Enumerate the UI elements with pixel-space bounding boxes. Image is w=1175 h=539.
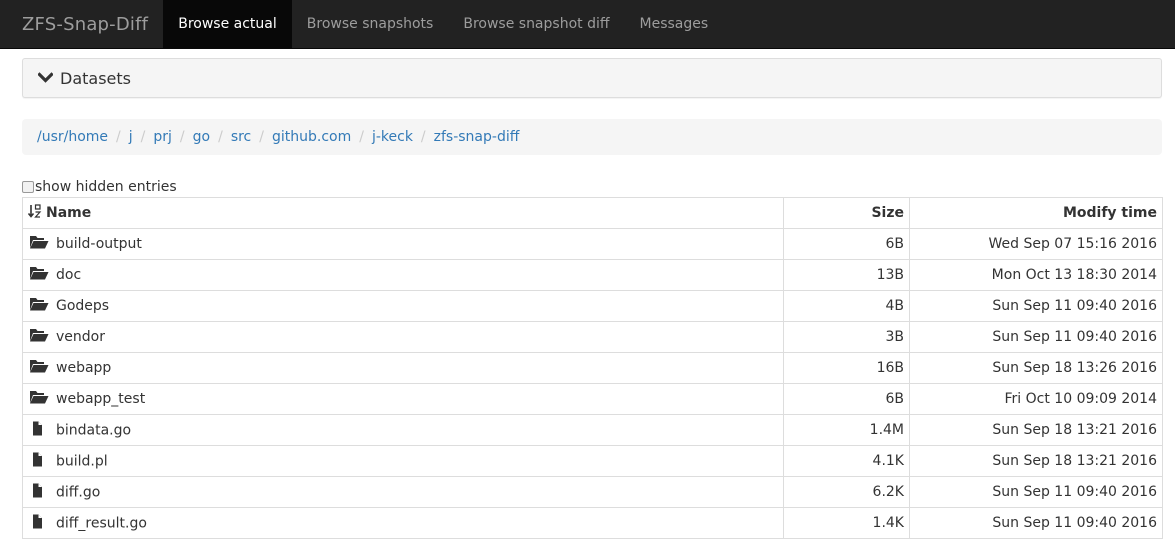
table-row[interactable]: diff_result.go 1.4K Sun Sep 11 09:40 2016	[22, 507, 1163, 539]
folder-open-icon	[29, 359, 51, 377]
size-column-header[interactable]: Size	[783, 197, 910, 229]
file-mtime: Sun Sep 11 09:40 2016	[909, 321, 1163, 353]
mtime-column-header[interactable]: Modify time	[909, 197, 1163, 229]
file-name-cell[interactable]: doc	[22, 259, 784, 291]
table-row[interactable]: webapp_test 6B Fri Oct 10 09:09 2014	[22, 383, 1163, 415]
breadcrumb-separator: /	[140, 129, 146, 145]
breadcrumb-item-j-keck[interactable]: j-keck	[372, 129, 413, 145]
file-name-cell[interactable]: diff_result.go	[22, 507, 784, 539]
file-name-cell[interactable]: vendor	[22, 321, 784, 353]
file-name-cell[interactable]: Godeps	[22, 290, 784, 322]
file-name-cell[interactable]: webapp_test	[22, 383, 784, 415]
file-icon	[29, 421, 51, 440]
file-name[interactable]: Godeps	[56, 298, 109, 314]
tab-browse-snapshots[interactable]: Browse snapshots	[292, 0, 449, 48]
tab-browse-actual[interactable]: Browse actual	[163, 0, 292, 48]
file-icon	[29, 483, 51, 502]
datasets-label: Datasets	[60, 68, 131, 88]
table-row[interactable]: diff.go 6.2K Sun Sep 11 09:40 2016	[22, 476, 1163, 508]
table-row[interactable]: build.pl 4.1K Sun Sep 18 13:21 2016	[22, 445, 1163, 477]
file-table: Name Size Modify time build-output 6B Wed …	[22, 197, 1163, 539]
folder-open-icon	[29, 235, 51, 253]
file-name[interactable]: doc	[56, 267, 81, 283]
file-size: 13B	[783, 259, 910, 291]
file-name[interactable]: webapp	[56, 360, 111, 376]
breadcrumb-item-go[interactable]: go	[193, 129, 210, 145]
file-size: 16B	[783, 352, 910, 384]
file-size: 6.2K	[783, 476, 910, 508]
file-size: 4B	[783, 290, 910, 322]
breadcrumb-separator: /	[259, 129, 264, 145]
folder-open-icon	[29, 266, 51, 284]
breadcrumb-item-src[interactable]: src	[231, 129, 251, 145]
tab-browse-snapshot-diff[interactable]: Browse snapshot diff	[448, 0, 624, 48]
file-name[interactable]: vendor	[56, 329, 105, 345]
file-size: 6B	[783, 228, 910, 260]
file-name-cell[interactable]: bindata.go	[22, 414, 784, 446]
show-hidden-checkbox[interactable]	[22, 181, 34, 193]
file-name-cell[interactable]: webapp	[22, 352, 784, 384]
name-column-header[interactable]: Name	[22, 197, 784, 229]
file-icon	[29, 514, 51, 533]
sort-alpha-asc-icon	[27, 204, 42, 222]
file-size: 6B	[783, 383, 910, 415]
folder-open-icon	[29, 328, 51, 346]
file-mtime: Sun Sep 18 13:21 2016	[909, 414, 1163, 446]
file-mtime: Sun Sep 18 13:21 2016	[909, 445, 1163, 477]
file-name-cell[interactable]: build.pl	[22, 445, 784, 477]
file-name-cell[interactable]: build-output	[22, 228, 784, 260]
file-size: 3B	[783, 321, 910, 353]
breadcrumb: /usr/home / j / prj / go / src / github.…	[22, 119, 1162, 155]
breadcrumb-separator: /	[359, 129, 364, 145]
table-row[interactable]: bindata.go 1.4M Sun Sep 18 13:21 2016	[22, 414, 1163, 446]
table-header-row: Name Size Modify time	[22, 197, 1163, 229]
show-hidden-label: show hidden entries	[35, 179, 177, 195]
file-mtime: Sun Sep 11 09:40 2016	[909, 290, 1163, 322]
breadcrumb-item-github-com[interactable]: github.com	[272, 129, 351, 145]
table-row[interactable]: doc 13B Mon Oct 13 18:30 2014	[22, 259, 1163, 291]
breadcrumb-separator: /	[179, 129, 185, 145]
file-name[interactable]: diff_result.go	[56, 515, 147, 531]
file-mtime: Fri Oct 10 09:09 2014	[909, 383, 1163, 415]
file-mtime: Sun Sep 11 09:40 2016	[909, 507, 1163, 539]
breadcrumb-item-prj[interactable]: prj	[153, 129, 172, 145]
file-mtime: Mon Oct 13 18:30 2014	[909, 259, 1163, 291]
file-mtime: Sun Sep 18 13:26 2016	[909, 352, 1163, 384]
datasets-panel-header[interactable]: Datasets	[22, 58, 1162, 98]
table-row[interactable]: build-output 6B Wed Sep 07 15:16 2016	[22, 228, 1163, 260]
breadcrumb-separator: /	[420, 129, 426, 145]
app-brand[interactable]: ZFS-Snap-Diff	[0, 0, 163, 48]
file-name[interactable]: build.pl	[56, 453, 108, 469]
file-mtime: Wed Sep 07 15:16 2016	[909, 228, 1163, 260]
table-row[interactable]: Godeps 4B Sun Sep 11 09:40 2016	[22, 290, 1163, 322]
table-row[interactable]: webapp 16B Sun Sep 18 13:26 2016	[22, 352, 1163, 384]
name-header-label: Name	[46, 205, 92, 221]
file-name[interactable]: webapp_test	[56, 391, 145, 407]
tab-messages[interactable]: Messages	[625, 0, 724, 48]
file-name[interactable]: bindata.go	[56, 422, 131, 438]
breadcrumb-item-zfs-snap-diff[interactable]: zfs-snap-diff	[434, 129, 520, 145]
breadcrumb-separator: /	[218, 129, 223, 145]
file-size: 4.1K	[783, 445, 910, 477]
folder-open-icon	[29, 390, 51, 408]
chevron-down-icon	[38, 70, 54, 86]
file-mtime: Sun Sep 11 09:40 2016	[909, 476, 1163, 508]
show-hidden-toggle: show hidden entries	[22, 178, 177, 196]
file-size: 1.4K	[783, 507, 910, 539]
file-size: 1.4M	[783, 414, 910, 446]
file-icon	[29, 452, 51, 471]
table-row[interactable]: vendor 3B Sun Sep 11 09:40 2016	[22, 321, 1163, 353]
file-name[interactable]: diff.go	[56, 484, 100, 500]
file-name[interactable]: build-output	[56, 236, 142, 252]
top-navbar: ZFS-Snap-Diff Browse actual Browse snaps…	[0, 0, 1175, 49]
file-name-cell[interactable]: diff.go	[22, 476, 784, 508]
folder-open-icon	[29, 297, 51, 315]
breadcrumb-separator: /	[116, 129, 121, 145]
breadcrumb-item-usr-home[interactable]: /usr/home	[37, 129, 108, 145]
